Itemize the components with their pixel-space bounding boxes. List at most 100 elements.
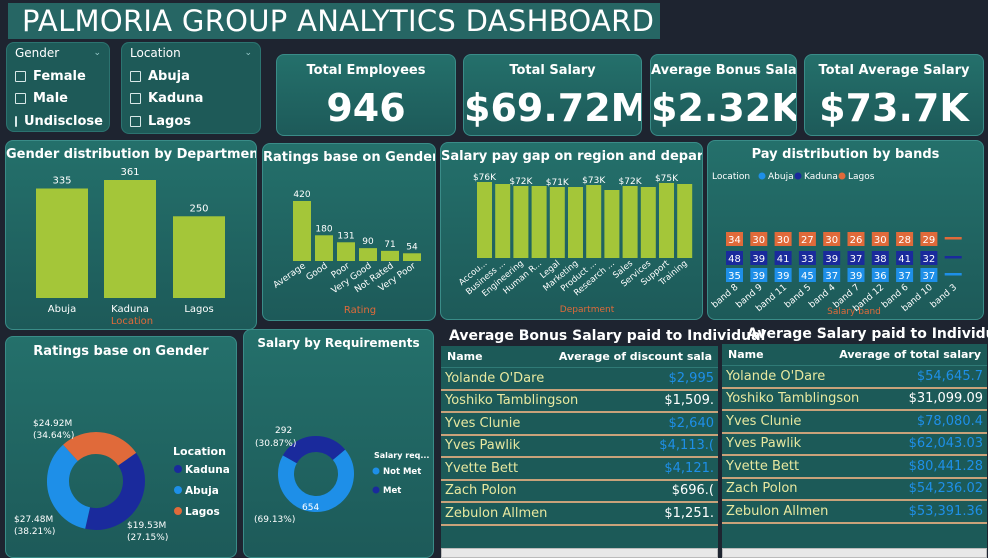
axis-label: Rating [344,305,376,316]
table-row[interactable]: Zebulon Allmen $53,391.36 [722,501,987,524]
table-row[interactable]: Yvette Bett $80,441.28 [722,456,987,479]
location-slicer[interactable]: Location ⌄ Abuja Kaduna Lagos [121,42,261,134]
checkbox-icon[interactable] [15,93,26,105]
legend-label: Lagos [848,172,875,182]
horizontal-scrollbar[interactable] [441,548,718,558]
column-header-name[interactable]: Name [447,350,483,363]
slicer-option-kaduna[interactable]: Kaduna [130,88,252,111]
checkbox-icon[interactable] [130,115,141,127]
data-label: $73K [582,176,606,186]
data-label: 37 [825,271,838,282]
cell-value: $1,251. [664,505,714,521]
legend-title: Location [173,445,226,458]
data-label: 30 [825,235,838,246]
bar [604,190,620,258]
tick-label: Average [272,261,308,291]
table-row[interactable]: Yves Clunie $2,640 [441,413,718,436]
kpi-label: Total Salary [509,63,596,78]
column-header-value[interactable]: Average of discount sala [559,350,712,363]
slicer-option-male[interactable]: Male [15,88,101,111]
checkbox-icon[interactable] [15,115,17,127]
data-label: (27.15%) [127,533,168,543]
table-row[interactable]: Yoshiko Tamblingson $31,099.09 [722,389,987,411]
table-row[interactable]: Yves Pawlik $4,113.( [441,436,718,458]
bar [477,182,492,258]
table-row[interactable]: Zach Polon $54,236.02 [722,479,987,501]
column-header-value[interactable]: Average of total salary [839,348,981,361]
checkbox-icon[interactable] [130,70,141,82]
table-header[interactable]: Name Average of total salary [722,344,987,366]
data-label: 39 [777,271,790,282]
cell-name: Yoshiko Tamblingson [726,391,860,407]
horizontal-scrollbar[interactable] [722,548,987,558]
table-row[interactable]: Zebulon Allmen $1,251. [441,503,718,526]
cell-name: Yves Clunie [445,415,521,431]
gender-slicer-label: Gender [15,46,60,60]
slicer-option-female[interactable]: Female [15,65,101,88]
gender-slicer[interactable]: Gender ⌄ Female Male Undisclose [6,42,110,132]
bar [104,180,156,298]
data-label: 33 [801,254,814,265]
legend-marker [372,486,380,494]
table-row[interactable]: Yoshiko Tamblingson $1,509. [441,391,718,413]
legend-label: Lagos [185,506,220,518]
table-row[interactable]: Yvette Bett $4,121. [441,458,718,481]
bar-chart: 335 Abuja 361 Kaduna 250 Lagos Location [36,167,225,327]
chart-title: Salary pay gap on region and department [441,149,703,164]
chevron-down-icon[interactable]: ⌄ [93,48,101,58]
bonus-table[interactable]: Name Average of discount sala Yolande O'D… [441,346,718,548]
tick-label: Lagos [184,304,213,315]
bar [659,183,674,258]
checkbox-icon[interactable] [130,93,141,105]
cell-name: Yoshiko Tamblingson [445,393,579,409]
kpi-value: $73.7K [819,86,969,130]
legend-label: Kaduna [185,464,230,476]
cell-value: $31,099.09 [908,391,983,407]
table-row[interactable]: Yves Clunie $78,080.4 [722,411,987,434]
table-row[interactable]: Yolande O'Dare $2,995 [441,368,718,391]
kpi-value: $2.32K [651,86,797,130]
data-label: 30 [874,235,887,246]
chart-gender-by-department[interactable]: Gender distribution by Department 335 Abu… [5,140,257,330]
table-row[interactable]: Yves Pawlik $62,043.03 [722,434,987,456]
chart-salary-pay-gap[interactable]: Salary pay gap on region and department … [440,142,703,320]
kpi-total-average-salary: Total Average Salary $73.7K [804,54,984,136]
bar [677,184,693,258]
data-label: 30 [752,235,765,246]
chevron-down-icon[interactable]: ⌄ [244,48,252,58]
data-label: $72K [509,177,533,187]
legend-marker [174,465,182,473]
salary-table[interactable]: Name Average of total salary Yolande O'Da… [722,344,987,548]
bar [640,187,656,258]
data-label: 37 [898,271,911,282]
legend-marker [794,172,802,180]
cell-value: $4,121. [664,460,714,476]
checkbox-icon[interactable] [15,70,26,82]
chart-pay-distribution[interactable]: Pay distribution by bands Location Abuja K… [707,140,984,320]
cell-value: $54,236.02 [908,481,983,497]
bonus-table-title: Average Bonus Salary paid to Individual [449,328,766,344]
cell-name: Yves Pawlik [726,436,802,452]
table-row[interactable]: Zach Polon $696.( [441,481,718,503]
cell-value: $1,509. [664,393,714,409]
data-label: $19.53M [127,521,166,531]
slicer-option-undisclose[interactable]: Undisclose [15,110,103,133]
legend-marker [174,507,182,515]
slicer-option-lagos[interactable]: Lagos [130,110,252,133]
chart-title: Salary by Requirements [257,336,420,350]
cell-name: Yves Pawlik [445,438,521,454]
legend-label: Abuja [185,485,219,497]
chart-ratings-donut[interactable]: Ratings base on Gender Location Kaduna Abu… [5,336,237,558]
column-header-name[interactable]: Name [728,348,764,361]
bar [36,188,88,298]
data-label: 45 [801,271,814,282]
legend-marker [838,172,846,180]
data-label: 41 [777,254,790,265]
chart-salary-by-requirements[interactable]: Salary by Requirements Salary req... Not … [243,329,434,558]
slicer-option-abuja[interactable]: Abuja [130,65,252,88]
chart-ratings-by-gender[interactable]: Ratings base on Gender 420 Average 180 Good… [262,143,436,321]
bar [586,185,602,258]
table-row[interactable]: Yolande O'Dare $54,645.7 [722,366,987,389]
cell-value: $53,391.36 [908,503,983,519]
table-header[interactable]: Name Average of discount sala [441,346,718,368]
